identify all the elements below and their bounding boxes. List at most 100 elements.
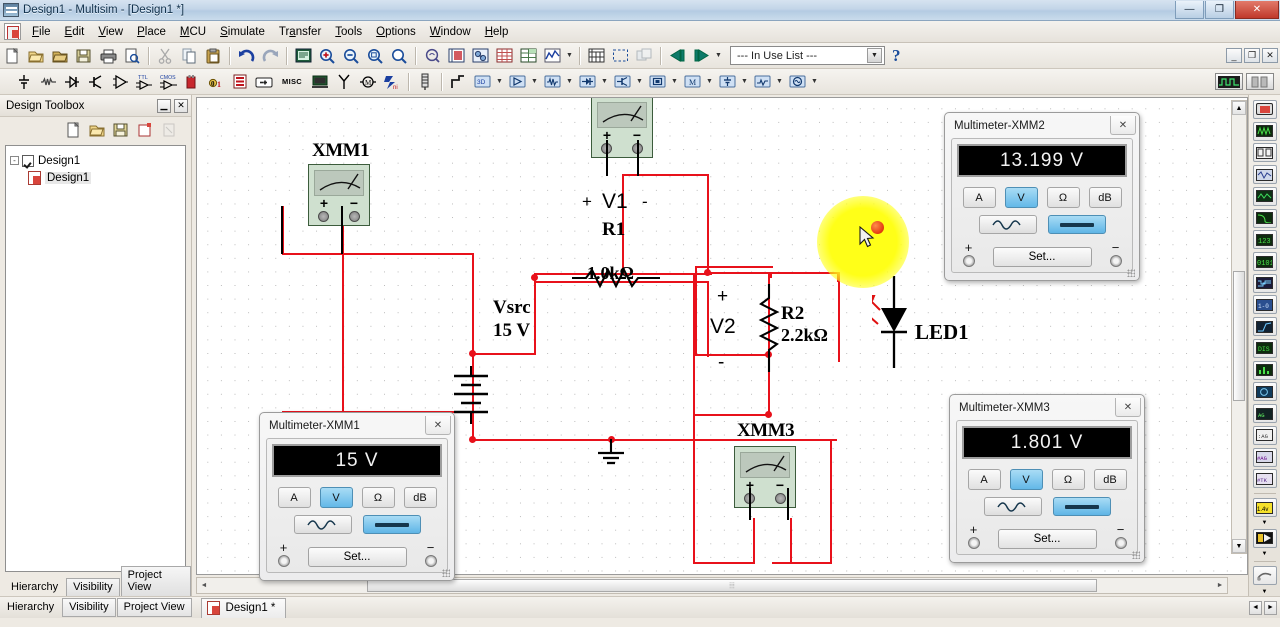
wire-segment[interactable] xyxy=(693,414,695,564)
terminal-minus-jack[interactable] xyxy=(424,555,437,567)
set-button[interactable]: Set... xyxy=(997,529,1097,549)
instrument-four-channel-oscilloscope[interactable] xyxy=(1252,186,1278,207)
unit-button-ohm[interactable]: Ω xyxy=(1046,187,1080,208)
terminal-minus[interactable]: − xyxy=(1111,523,1130,549)
place-peripherals-icon[interactable] xyxy=(309,71,331,93)
chevron-down-icon[interactable]: ▼ xyxy=(1253,519,1277,528)
open-file-icon[interactable] xyxy=(25,45,47,67)
chevron-down-icon[interactable]: ▼ xyxy=(809,71,820,93)
scroll-up-button[interactable]: ▲ xyxy=(1232,101,1246,115)
horizontal-scroll-thumb[interactable]: ⦙⦙⦙ xyxy=(367,579,1097,592)
tree-row[interactable]: - Design1 xyxy=(10,152,181,169)
wire-segment[interactable] xyxy=(695,414,770,416)
spreadsheet-view-icon[interactable] xyxy=(517,45,539,67)
menu-options[interactable]: Options xyxy=(369,23,423,41)
tab-visibility-status[interactable]: Visibility xyxy=(62,598,116,617)
wire-segment[interactable] xyxy=(693,562,755,564)
place-power-icon[interactable] xyxy=(253,71,275,93)
set-button[interactable]: Set... xyxy=(992,247,1092,267)
meter-terminal-minus[interactable] xyxy=(349,211,360,222)
meter-terminal-minus[interactable] xyxy=(775,493,786,504)
voltage-label-v2[interactable]: V2 xyxy=(710,315,736,339)
scroll-right-button[interactable]: ► xyxy=(1264,600,1277,615)
component-label-xmm1[interactable]: XMM1 xyxy=(312,140,370,162)
place-connector-icon[interactable] xyxy=(414,71,436,93)
wire-segment[interactable] xyxy=(472,253,474,355)
virtual-rated-icon[interactable] xyxy=(751,71,773,93)
unit-button-ohm[interactable]: Ω xyxy=(361,487,395,508)
component-label-led1[interactable]: LED1 xyxy=(915,320,969,345)
unit-button-ampere[interactable]: A xyxy=(962,187,996,208)
scroll-down-button[interactable]: ▼ xyxy=(1232,539,1246,553)
instrument-multimeter[interactable] xyxy=(1252,99,1278,120)
delete-sheet-icon[interactable] xyxy=(158,119,180,141)
instrument-agilent-function-generator[interactable]: AG xyxy=(1252,403,1278,424)
instrument-iv-analyzer[interactable] xyxy=(1252,316,1278,337)
wire-segment[interactable] xyxy=(772,562,832,564)
unit-button-ampere[interactable]: A xyxy=(277,487,311,508)
menu-view[interactable]: View xyxy=(91,23,130,41)
scroll-left-button[interactable]: ◄ xyxy=(197,578,211,593)
dialog-title-bar[interactable]: Multimeter-XMM1 ✕ xyxy=(260,413,454,438)
mdi-minimize-button[interactable]: _ xyxy=(1226,48,1242,63)
ac-mode-button[interactable] xyxy=(293,515,352,534)
multimeter-dialog-xmm3[interactable]: Multimeter-XMM3 ✕ 1.801 V A V Ω dB + Set… xyxy=(949,394,1145,563)
wire-segment[interactable] xyxy=(534,273,536,355)
vertical-scroll-thumb[interactable] xyxy=(1233,271,1245,401)
wire-segment[interactable] xyxy=(693,274,695,416)
chevron-down-icon[interactable]: ▼ xyxy=(713,45,724,67)
component-wizard-icon[interactable] xyxy=(541,45,563,67)
instrument-tektronix-oscilloscope[interactable]: #TK xyxy=(1252,468,1278,489)
place-rf-icon[interactable] xyxy=(333,71,355,93)
tree-row[interactable]: Design1 xyxy=(10,169,181,186)
instrument-logic-converter[interactable]: 1-0 xyxy=(1252,295,1278,316)
chevron-down-icon[interactable]: ▼ xyxy=(634,71,645,93)
in-use-list-icon[interactable] xyxy=(633,45,655,67)
multimeter-symbol-xmm1[interactable]: + − xyxy=(308,164,370,226)
virtual-signal-source-icon[interactable] xyxy=(786,71,808,93)
place-diode-icon[interactable] xyxy=(61,71,83,93)
wire-segment[interactable] xyxy=(474,353,536,355)
terminal-plus-jack[interactable] xyxy=(277,555,290,567)
open-design-icon[interactable] xyxy=(86,119,108,141)
terminal-plus[interactable]: + xyxy=(959,241,978,267)
instrument-current-probe[interactable] xyxy=(1252,565,1278,586)
ac-mode-button[interactable] xyxy=(983,497,1042,516)
unit-button-ampere[interactable]: A xyxy=(967,469,1001,490)
tree-expander[interactable]: - xyxy=(10,156,19,165)
save-icon[interactable] xyxy=(73,45,95,67)
print-icon[interactable] xyxy=(97,45,119,67)
paste-icon[interactable] xyxy=(202,45,224,67)
scroll-left-button[interactable]: ◄ xyxy=(1249,600,1262,615)
dc-mode-button[interactable] xyxy=(1047,215,1106,234)
virtual-diode-icon[interactable] xyxy=(576,71,598,93)
simulation-run-button[interactable] xyxy=(1215,73,1243,90)
resistor-symbol-r2[interactable] xyxy=(757,284,781,377)
unit-button-volt[interactable]: V xyxy=(1004,187,1038,208)
virtual-power-source-icon[interactable] xyxy=(716,71,738,93)
instrument-agilent-oscilloscope[interactable]: #AG xyxy=(1252,447,1278,468)
virtual-basic-icon[interactable] xyxy=(541,71,563,93)
tab-project-view[interactable]: Project View xyxy=(120,566,191,596)
menu-place[interactable]: Place xyxy=(130,23,173,41)
virtual-3d-icon[interactable]: 3D xyxy=(471,71,493,93)
instrument-frequency-counter[interactable]: 123 xyxy=(1252,229,1278,250)
tab-project-view-status[interactable]: Project View xyxy=(116,598,192,617)
place-basic-icon[interactable] xyxy=(37,71,59,93)
multimeter-dialog-xmm1[interactable]: Multimeter-XMM1 ✕ 15 V A V Ω dB + Set... xyxy=(259,412,455,581)
multimeter-symbol-xmm2[interactable]: + − xyxy=(591,98,653,158)
wire-segment[interactable] xyxy=(707,281,709,357)
mdi-restore-button[interactable]: ❐ xyxy=(1244,48,1260,63)
instrument-labview-instruments[interactable]: 1.4v xyxy=(1252,497,1278,518)
place-misc-digital-icon[interactable] xyxy=(181,71,203,93)
zoom-area-icon[interactable] xyxy=(364,45,386,67)
instrument-measurement-probe[interactable] xyxy=(1252,528,1278,549)
chevron-down-icon[interactable]: ▼ xyxy=(529,71,540,93)
resize-grip[interactable] xyxy=(1127,269,1135,277)
zoom-out-icon[interactable] xyxy=(340,45,362,67)
unit-button-decibel[interactable]: dB xyxy=(1088,187,1122,208)
chevron-down-icon[interactable]: ▼ xyxy=(867,48,882,63)
restore-button[interactable]: ❐ xyxy=(1205,1,1234,19)
place-mixed-icon[interactable]: 01 xyxy=(205,71,227,93)
terminal-minus-jack[interactable] xyxy=(1114,537,1127,549)
